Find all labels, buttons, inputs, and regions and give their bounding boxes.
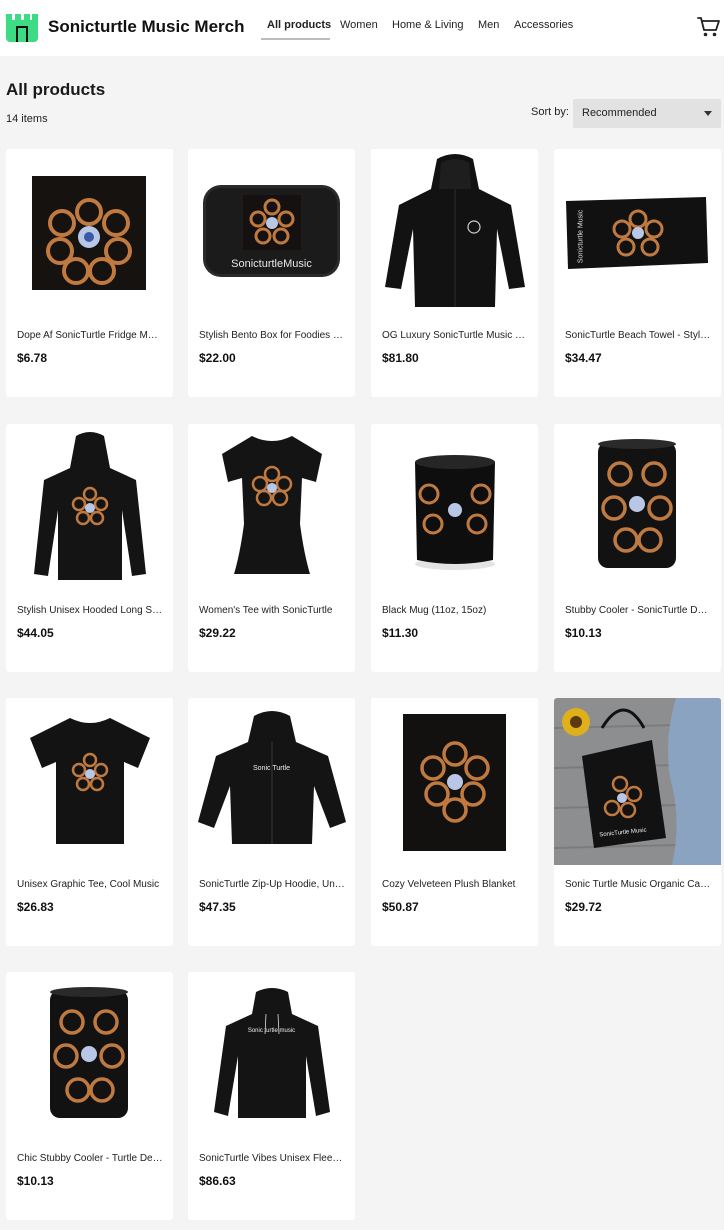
product-image-womens-tee (188, 424, 355, 591)
product-image-fleece-hoodie (188, 972, 355, 1139)
nav-home-living[interactable]: Home & Living (392, 19, 464, 31)
product-price: $10.13 (565, 626, 602, 640)
product-image-zip-hoodie (188, 698, 355, 865)
castle-store-icon[interactable] (6, 12, 38, 42)
product-price: $86.63 (199, 1174, 236, 1188)
product-card[interactable]: Stubby Cooler - SonicTurtle Design $10.1… (554, 424, 721, 672)
product-price: $44.05 (17, 626, 54, 640)
product-card[interactable]: Black Mug (11oz, 15oz) $11.30 (371, 424, 538, 672)
nav-women[interactable]: Women (340, 19, 378, 31)
product-card[interactable]: Chic Stubby Cooler - Turtle Design $10.1… (6, 972, 173, 1220)
product-name: Black Mug (11oz, 15oz) (382, 605, 487, 616)
product-image-mug (371, 424, 538, 591)
product-price: $81.80 (382, 351, 419, 365)
bento-print-text: SonicturtleMusic (231, 258, 312, 270)
product-price: $29.72 (565, 900, 602, 914)
shopping-cart-icon[interactable] (697, 16, 721, 38)
product-price: $29.22 (199, 626, 236, 640)
product-card[interactable]: SonicturtleMusic Stylish Bento Box for F… (188, 149, 355, 397)
nav-all-products[interactable]: All products (267, 19, 331, 31)
product-card[interactable]: Unisex Graphic Tee, Cool Music $26.83 (6, 698, 173, 946)
zip-hoodie-print-text: Sonic Turtle (253, 765, 290, 772)
brand-name[interactable]: Sonicturtle Music Merch (48, 17, 244, 37)
product-image-blanket (371, 698, 538, 865)
product-image-bento (188, 149, 355, 316)
product-name: SonicTurtle Beach Towel - Stylish (565, 330, 711, 341)
product-image-tote (554, 698, 721, 865)
product-image-stubby-cooler (6, 972, 173, 1139)
product-name: Unisex Graphic Tee, Cool Music (17, 879, 160, 890)
product-name: Stylish Bento Box for Foodies - Sonictur… (199, 330, 345, 341)
product-price: $34.47 (565, 351, 602, 365)
product-price: $10.13 (17, 1174, 54, 1188)
product-name: Chic Stubby Cooler - Turtle Design (17, 1153, 163, 1164)
product-image-long-sleeve (6, 424, 173, 591)
product-card[interactable]: Dope Af SonicTurtle Fridge Magnet $6.78 (6, 149, 173, 397)
product-card[interactable]: Cozy Velveteen Plush Blanket $50.87 (371, 698, 538, 946)
product-price: $6.78 (17, 351, 48, 365)
page-title: All products (6, 80, 106, 99)
product-price: $26.83 (17, 900, 54, 914)
product-name: SonicTurtle Zip-Up Hoodie, Unisex (199, 879, 345, 890)
product-image-hoodie (371, 149, 538, 316)
product-image-magnet (6, 149, 173, 316)
product-card[interactable]: SonicTurtle Music Sonic Turtle Music Org… (554, 698, 721, 946)
product-name: Sonic Turtle Music Organic Canvas Tote (565, 879, 711, 890)
sort-dropdown[interactable]: Recommended (573, 99, 721, 128)
nav-accessories[interactable]: Accessories (514, 19, 573, 31)
product-card[interactable]: Stylish Unisex Hooded Long Sleeve $44.05 (6, 424, 173, 672)
product-name: Women's Tee with SonicTurtle (199, 605, 333, 616)
product-name: Dope Af SonicTurtle Fridge Magnet (17, 330, 163, 341)
product-name: Cozy Velveteen Plush Blanket (382, 879, 516, 890)
product-card[interactable]: OG Luxury SonicTurtle Music Hoodie $81.8… (371, 149, 538, 397)
fleece-print-text: Sonic turtle music (247, 1028, 296, 1034)
product-card[interactable]: Sonicturtle Music SonicTurtle Beach Towe… (554, 149, 721, 397)
product-price: $47.35 (199, 900, 236, 914)
product-name: OG Luxury SonicTurtle Music Hoodie (382, 330, 528, 341)
sort-selected-value: Recommended (582, 107, 657, 119)
nav-men[interactable]: Men (478, 19, 499, 31)
sort-label: Sort by: (531, 106, 569, 118)
product-price: $22.00 (199, 351, 236, 365)
product-name: SonicTurtle Vibes Unisex Fleece Hoodie (199, 1153, 345, 1164)
product-name: Stubby Cooler - SonicTurtle Design (565, 605, 711, 616)
site-header: Sonicturtle Music Merch All products Wom… (0, 0, 724, 56)
active-nav-indicator (261, 38, 330, 40)
product-card[interactable]: Women's Tee with SonicTurtle $29.22 (188, 424, 355, 672)
towel-print-text: Sonicturtle Music (577, 209, 585, 264)
product-price: $11.30 (382, 626, 419, 640)
product-card[interactable]: Sonic Turtle SonicTurtle Zip-Up Hoodie, … (188, 698, 355, 946)
chevron-down-icon (704, 111, 712, 116)
product-image-stubby-cooler (554, 424, 721, 591)
product-card[interactable]: Sonic turtle music SonicTurtle Vibes Uni… (188, 972, 355, 1220)
product-image-unisex-tee (6, 698, 173, 865)
product-name: Stylish Unisex Hooded Long Sleeve (17, 605, 163, 616)
product-price: $50.87 (382, 900, 419, 914)
item-count: 14 items (6, 113, 48, 125)
